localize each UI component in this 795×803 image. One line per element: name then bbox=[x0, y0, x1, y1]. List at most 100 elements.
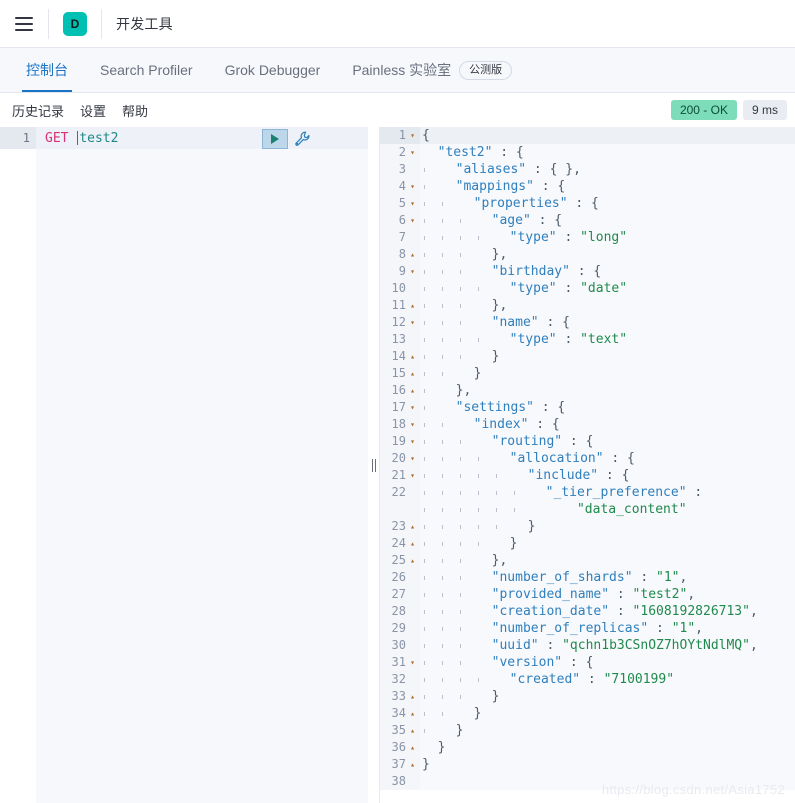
console-menu-bar: 历史记录 设置 帮助 200 - OK 9 ms bbox=[0, 93, 795, 127]
text-caret bbox=[77, 131, 79, 145]
response-line-content: }, bbox=[420, 246, 795, 263]
request-editor-body[interactable] bbox=[36, 149, 368, 803]
fold-open-icon[interactable]: ▾ bbox=[409, 314, 416, 331]
response-line-content: } bbox=[420, 688, 795, 705]
request-editor-pane[interactable]: 1 GET test2 bbox=[0, 127, 368, 803]
response-line: 12 ▾ "name" : { bbox=[380, 314, 795, 331]
response-line-content: "version" : { bbox=[420, 654, 795, 671]
pane-splitter[interactable] bbox=[368, 127, 380, 803]
response-line-number: 13 bbox=[380, 331, 420, 348]
response-line-number: 8 ▴ bbox=[380, 246, 420, 263]
status-badge: 200 - OK bbox=[670, 100, 737, 120]
hamburger-icon[interactable] bbox=[0, 0, 48, 48]
response-line: 38 bbox=[380, 773, 795, 790]
request-line-1[interactable]: 1 GET test2 bbox=[0, 127, 368, 149]
fold-close-icon[interactable]: ▴ bbox=[409, 348, 416, 365]
response-line-number: 26 bbox=[380, 569, 420, 586]
request-actions bbox=[262, 129, 312, 149]
fold-open-icon[interactable]: ▾ bbox=[409, 450, 416, 467]
fold-close-icon[interactable]: ▴ bbox=[409, 297, 416, 314]
response-line: 3 "aliases" : { }, bbox=[380, 161, 795, 178]
response-line-number: 38 bbox=[380, 773, 420, 790]
response-line: 30 "uuid" : "qchn1b3CSnOZ7hOYtNdlMQ", bbox=[380, 637, 795, 654]
fold-close-icon[interactable]: ▴ bbox=[409, 535, 416, 552]
request-path: test2 bbox=[79, 130, 119, 146]
fold-open-icon[interactable]: ▾ bbox=[409, 416, 416, 433]
fold-close-icon[interactable]: ▴ bbox=[409, 246, 416, 263]
fold-close-icon[interactable]: ▴ bbox=[409, 382, 416, 399]
response-line: 33 ▴ } bbox=[380, 688, 795, 705]
fold-open-icon[interactable]: ▾ bbox=[409, 263, 416, 280]
response-line-content: "provided_name" : "test2", bbox=[420, 586, 795, 603]
fold-open-icon[interactable]: ▾ bbox=[409, 144, 416, 161]
response-line-content: } bbox=[420, 535, 795, 552]
response-line: 36 ▴ } bbox=[380, 739, 795, 756]
fold-close-icon[interactable]: ▴ bbox=[409, 756, 416, 773]
response-line-content: } bbox=[420, 705, 795, 722]
fold-open-icon[interactable]: ▾ bbox=[409, 433, 416, 450]
fold-close-icon[interactable]: ▴ bbox=[409, 688, 416, 705]
fold-open-icon[interactable]: ▾ bbox=[409, 178, 416, 195]
fold-close-icon[interactable]: ▴ bbox=[409, 518, 416, 535]
app-logo-wrap[interactable]: D bbox=[49, 0, 101, 48]
tab-grok-debugger[interactable]: Grok Debugger bbox=[209, 48, 337, 92]
response-line-content: "type" : "date" bbox=[420, 280, 795, 297]
menu-item-history[interactable]: 历史记录 bbox=[12, 101, 64, 120]
response-line-content: }, bbox=[420, 382, 795, 399]
response-line-number: 6 ▾ bbox=[380, 212, 420, 229]
wrench-icon[interactable] bbox=[294, 130, 312, 148]
response-line-content: "allocation" : { bbox=[420, 450, 795, 467]
tab-painless-lab-label: Painless 实验室 bbox=[352, 62, 452, 78]
tab-console[interactable]: 控制台 bbox=[10, 48, 84, 92]
fold-close-icon[interactable]: ▴ bbox=[409, 365, 416, 382]
response-status-area: 200 - OK 9 ms bbox=[670, 93, 787, 127]
response-line-number: 1 ▾ bbox=[380, 127, 420, 144]
tab-search-profiler-label: Search Profiler bbox=[100, 62, 193, 78]
response-line-number: 7 bbox=[380, 229, 420, 246]
fold-close-icon[interactable]: ▴ bbox=[409, 552, 416, 569]
fold-open-icon[interactable]: ▾ bbox=[409, 212, 416, 229]
response-line-number: 30 bbox=[380, 637, 420, 654]
fold-close-icon[interactable]: ▴ bbox=[409, 722, 416, 739]
play-icon[interactable] bbox=[262, 129, 288, 149]
response-line-number: 9 ▾ bbox=[380, 263, 420, 280]
tab-grok-debugger-label: Grok Debugger bbox=[224, 62, 321, 78]
menu-item-settings[interactable]: 设置 bbox=[80, 101, 106, 120]
response-line-content: "name" : { bbox=[420, 314, 795, 331]
response-line-number: 15 ▴ bbox=[380, 365, 420, 382]
response-line-number: 17 ▾ bbox=[380, 399, 420, 416]
response-line-number: 27 bbox=[380, 586, 420, 603]
fold-open-icon[interactable]: ▾ bbox=[409, 467, 416, 484]
response-line-number: 4 ▾ bbox=[380, 178, 420, 195]
response-line-content: "number_of_shards" : "1", bbox=[420, 569, 795, 586]
response-line-content: "birthday" : { bbox=[420, 263, 795, 280]
response-line-number: 24 ▴ bbox=[380, 535, 420, 552]
tab-painless-lab[interactable]: Painless 实验室 公测版 bbox=[336, 48, 528, 92]
response-line: 31 ▾ "version" : { bbox=[380, 654, 795, 671]
fold-open-icon[interactable]: ▾ bbox=[409, 195, 416, 212]
fold-open-icon[interactable]: ▾ bbox=[409, 654, 416, 671]
fold-close-icon[interactable]: ▴ bbox=[409, 739, 416, 756]
response-line: 2 ▾ "test2" : { bbox=[380, 144, 795, 161]
response-line-number: 10 bbox=[380, 280, 420, 297]
response-line-content: "index" : { bbox=[420, 416, 795, 433]
response-editor[interactable]: 1 ▾{2 ▾ "test2" : {3 "aliases" : { }, 4 ▾ "m… bbox=[380, 127, 795, 803]
fold-open-icon[interactable]: ▾ bbox=[409, 399, 416, 416]
response-line-content: "mappings" : { bbox=[420, 178, 795, 195]
menu-item-help[interactable]: 帮助 bbox=[122, 101, 148, 120]
response-line-number: 21 ▾ bbox=[380, 467, 420, 484]
request-line-content[interactable]: GET test2 bbox=[36, 127, 368, 149]
response-line-number: 2 ▾ bbox=[380, 144, 420, 161]
response-line: 35 ▴ } bbox=[380, 722, 795, 739]
app-logo: D bbox=[63, 11, 87, 36]
response-line: 24 ▴ } bbox=[380, 535, 795, 552]
response-line: 8 ▴ }, bbox=[380, 246, 795, 263]
response-viewer-pane[interactable]: 1 ▾{2 ▾ "test2" : {3 "aliases" : { }, 4 ▾ "m… bbox=[380, 127, 795, 803]
request-method: GET bbox=[45, 130, 69, 146]
tab-search-profiler[interactable]: Search Profiler bbox=[84, 48, 209, 92]
response-line: 26 "number_of_shards" : "1", bbox=[380, 569, 795, 586]
response-line: 21 ▾ "include" : { bbox=[380, 467, 795, 484]
fold-open-icon[interactable]: ▾ bbox=[409, 127, 416, 144]
fold-close-icon[interactable]: ▴ bbox=[409, 705, 416, 722]
response-line-content: } bbox=[420, 518, 795, 535]
